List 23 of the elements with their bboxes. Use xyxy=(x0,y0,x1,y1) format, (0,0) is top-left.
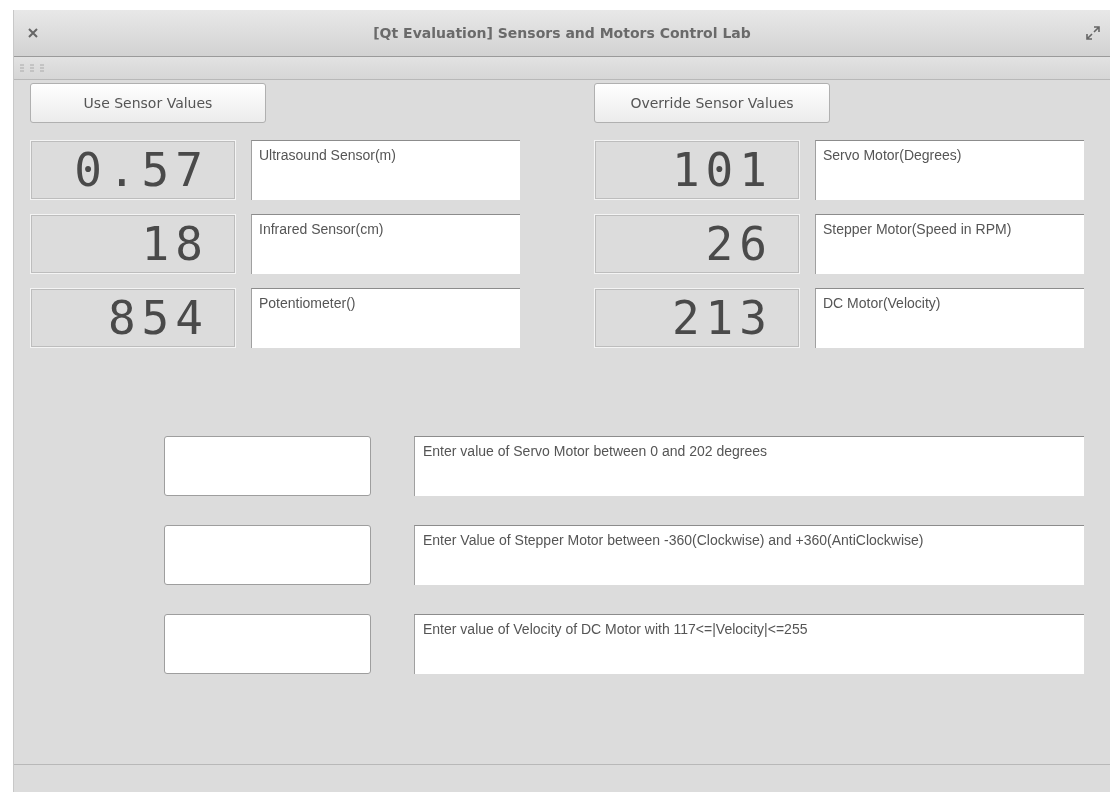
value-label: Infrared Sensor(cm) xyxy=(251,214,520,274)
value-input-field[interactable] xyxy=(164,436,371,496)
toggle-button[interactable]: Use Sensor Values xyxy=(30,83,266,123)
input-description: Enter value of Servo Motor between 0 and 202 degrees xyxy=(414,436,1084,496)
close-icon[interactable] xyxy=(28,28,38,38)
lcd-display: 18 xyxy=(30,214,236,274)
lcd-display: 101 xyxy=(594,140,800,200)
input-description: Enter value of Velocity of DC Motor with 117<=|Velocity|<=255 xyxy=(414,614,1084,674)
value-label: Potentiometer() xyxy=(251,288,520,348)
value-label: DC Motor(Velocity) xyxy=(815,288,1084,348)
lcd-display: 0.57 xyxy=(30,140,236,200)
lcd-display: 213 xyxy=(594,288,800,348)
value-label: Stepper Motor(Speed in RPM) xyxy=(815,214,1084,274)
lcd-display: 854 xyxy=(30,288,236,348)
value-input-field[interactable] xyxy=(164,614,371,674)
value-input-field[interactable] xyxy=(164,525,371,585)
lcd-display: 26 xyxy=(594,214,800,274)
value-label: Servo Motor(Degrees) xyxy=(815,140,1084,200)
toggle-button[interactable]: Override Sensor Values xyxy=(594,83,830,123)
window-title: [Qt Evaluation] Sensors and Motors Control Lab xyxy=(372,25,752,41)
maximize-icon[interactable] xyxy=(1086,26,1100,40)
value-label: Ultrasound Sensor(m) xyxy=(251,140,520,200)
input-description: Enter Value of Stepper Motor between -360(Clockwise) and +360(AntiClockwise) xyxy=(414,525,1084,585)
